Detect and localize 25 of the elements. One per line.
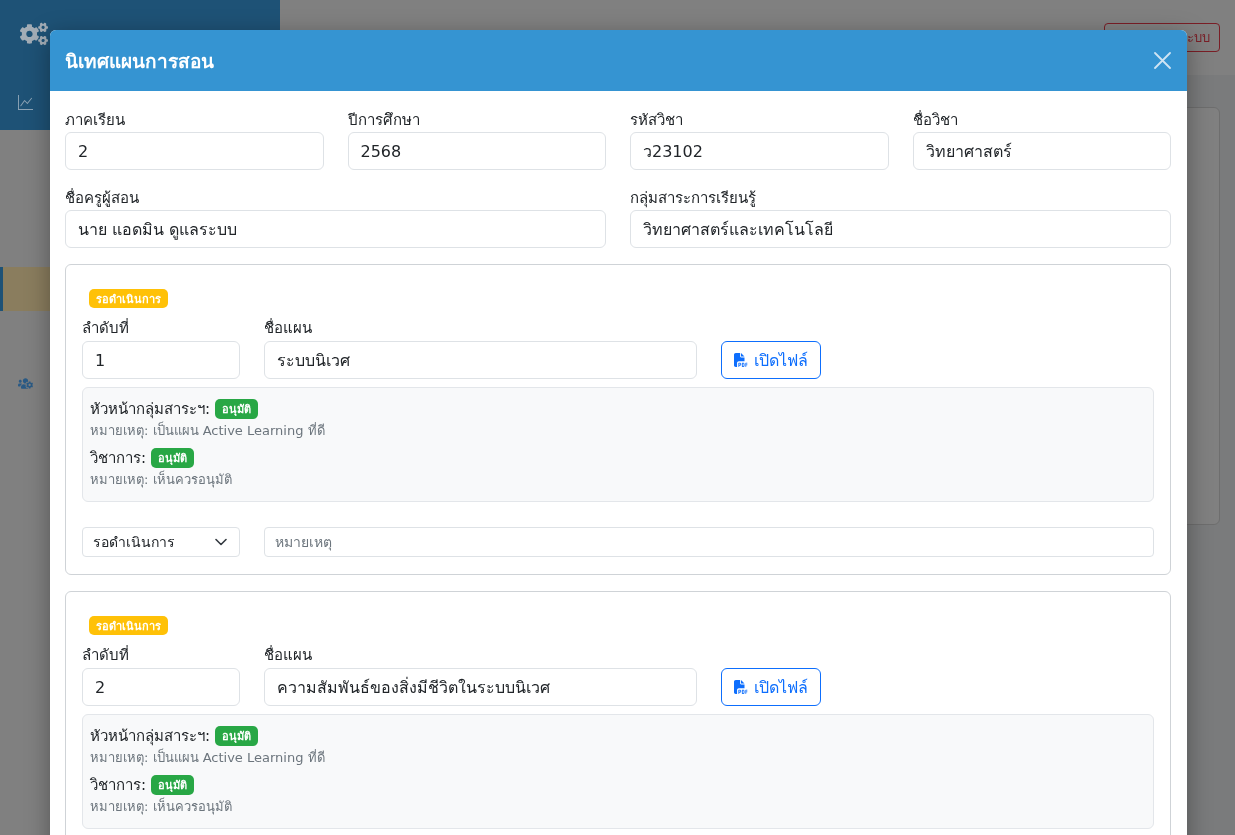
field-label: กลุ่มสาระการเรียนรู้ (630, 188, 757, 209)
reviewer-label: วิชาการ: (90, 448, 147, 469)
reviewer-label: วิชาการ: (90, 775, 147, 796)
status-badge: รอดำเนินการ (89, 616, 168, 635)
field-label: ชื่อวิชา (912, 109, 959, 131)
field-label: ปีการศึกษา (347, 110, 421, 131)
field-label: ภาคเรียน (65, 110, 126, 131)
field-label: ลำดับที่ (82, 644, 130, 666)
review-note: หมายเหตุ: เห็นควรอนุมัติ (90, 797, 233, 816)
review-note: หมายเหตุ: เป็นแผน Active Learning ที่ดี (90, 421, 326, 440)
field-label: ชื่อแผน (264, 644, 313, 666)
field-label: ชื่อครูผู้สอน (65, 187, 140, 209)
field-label: ลำดับที่ (82, 317, 130, 339)
review-note: หมายเหตุ: เป็นแผน Active Learning ที่ดี (90, 748, 326, 767)
field-label: ชื่อแผน (264, 317, 313, 339)
reviewer-label: หัวหน้ากลุ่มสาระฯ: (90, 726, 211, 747)
modal-title: นิเทศแผนการสอน (65, 48, 214, 74)
approval-badge: อนุมัติ (151, 775, 195, 795)
field-label: รหัสวิชา (630, 110, 684, 131)
reviewer-label: หัวหน้ากลุ่มสาระฯ: (90, 399, 211, 420)
approval-badge: อนุมัติ (151, 448, 195, 468)
approval-badge: อนุมัติ (215, 726, 259, 746)
approval-badge: อนุมัติ (215, 399, 259, 419)
review-note: หมายเหตุ: เห็นควรอนุมัติ (90, 470, 233, 489)
status-badge: รอดำเนินการ (89, 289, 168, 308)
